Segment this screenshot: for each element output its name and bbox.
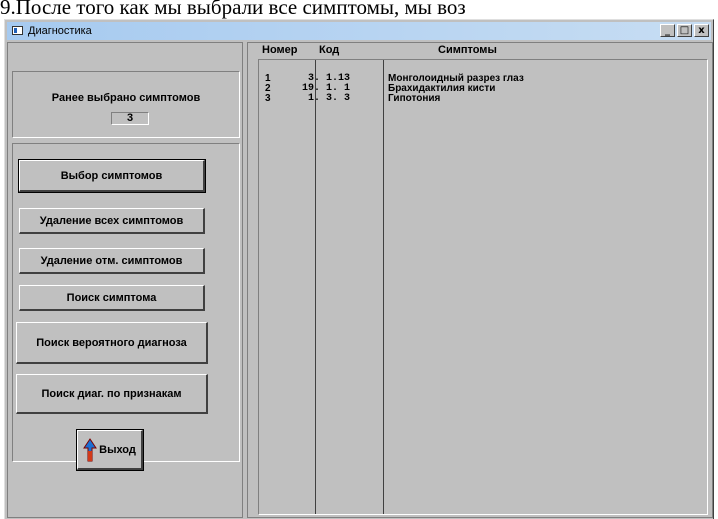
search-diagnosis-by-signs-button[interactable]: Поиск диаг. по признакам	[16, 374, 208, 414]
selected-symptoms-list[interactable]: 1 3. 1.13 Монголоидный разрез глаз 2 19.…	[258, 59, 708, 515]
exit-button[interactable]: Выход	[76, 429, 144, 471]
row-number: 3	[265, 93, 271, 104]
row-symptom: Гипотония	[388, 93, 441, 104]
column-separator	[315, 60, 316, 514]
header-code: Код	[319, 44, 340, 56]
row-code: 1. 3. 3	[302, 93, 351, 104]
delete-marked-symptoms-button[interactable]: Удаление отм. симптомов	[19, 248, 205, 274]
list-item[interactable]: 3 1. 3. 3 Гипотония	[259, 93, 707, 104]
header-symptoms: Симптомы	[438, 44, 497, 56]
window-title: Диагностика	[28, 25, 92, 37]
select-symptoms-button[interactable]: Выбор симптомов	[18, 159, 206, 193]
column-separator	[383, 60, 384, 514]
title-bar[interactable]: Диагностика _ □ x	[7, 22, 711, 40]
exit-label: Выход	[99, 443, 136, 456]
actions-group: Выбор симптомов Удаление всех симптомов …	[12, 143, 240, 471]
previous-selection-group: Ранее выбрано симптомов 3	[12, 71, 240, 138]
delete-all-symptoms-button[interactable]: Удаление всех симптомов	[19, 208, 205, 234]
previous-count-value: 3	[111, 112, 149, 125]
search-probable-diagnosis-button[interactable]: Поиск вероятного диагноза	[16, 322, 208, 364]
document-text-line: 9.После того как мы выбрали все симптомы…	[0, 0, 466, 19]
exit-arrow-icon	[83, 437, 98, 461]
previous-count-label: Ранее выбрано симптомов	[51, 92, 201, 104]
header-number: Номер	[262, 44, 298, 56]
app-icon[interactable]	[12, 26, 23, 35]
symptoms-panel: Номер Код Симптомы 1 3. 1.13 Монголоидны…	[247, 42, 713, 518]
control-panel: Ранее выбрано симптомов 3 Выбор симптомо…	[7, 42, 243, 518]
maximize-button[interactable]: □	[677, 24, 692, 37]
diagnostics-window: Диагностика _ □ x Ранее выбрано симптомо…	[4, 19, 714, 519]
minimize-button[interactable]: _	[660, 24, 675, 37]
close-button[interactable]: x	[694, 24, 709, 37]
search-symptom-button[interactable]: Поиск симптома	[19, 285, 205, 311]
